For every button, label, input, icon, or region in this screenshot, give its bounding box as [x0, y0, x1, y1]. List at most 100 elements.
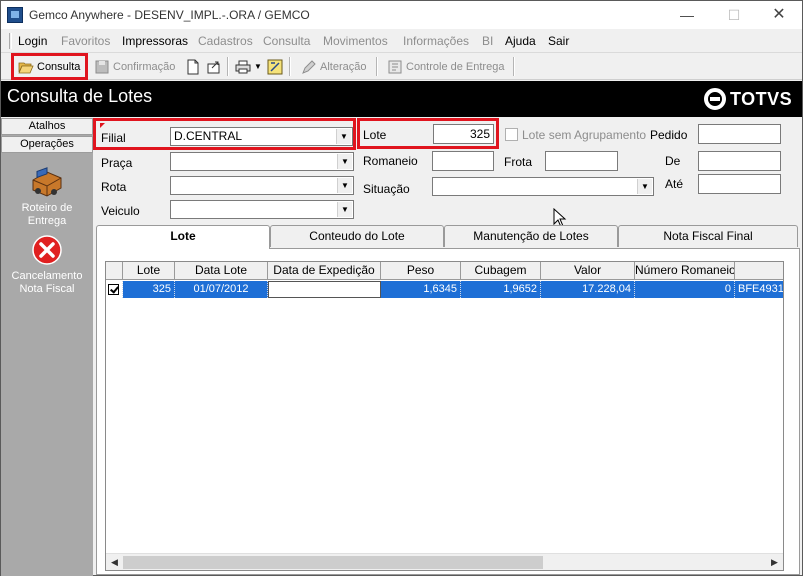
cell-data-lote: 01/07/2012	[175, 281, 268, 298]
sidebar-item-roteiro-entrega[interactable]: Roteiro de Entrega	[1, 166, 93, 228]
rota-label: Rota	[101, 180, 127, 194]
menu-consulta[interactable]: Consulta	[263, 34, 310, 48]
sidebar-item-label: Roteiro de Entrega	[21, 202, 73, 227]
grid-header-lote[interactable]: Lote	[123, 262, 175, 280]
chevron-down-icon[interactable]: ▼	[337, 202, 352, 217]
confirmacao-label: Confirmação	[113, 60, 176, 73]
cell-lote: 325	[123, 281, 175, 298]
print-button[interactable]: ▼	[231, 55, 266, 78]
title-bar[interactable]: Gemco Anywhere - DESENV_IMPL.-.ORA / GEM…	[1, 1, 802, 29]
grid-header: Lote Data Lote Data de Expedição Peso Cu…	[106, 262, 783, 280]
alteracao-button[interactable]: Alteração	[297, 55, 370, 78]
scroll-right-icon[interactable]: ▶	[766, 554, 783, 570]
alteracao-label: Alteração	[320, 60, 367, 73]
filial-highlight	[93, 118, 356, 150]
help-icon	[267, 59, 283, 75]
toolbar-separator	[227, 57, 229, 76]
grid-header-numero-romaneio[interactable]: Número Romaneio	[635, 262, 735, 280]
help-button[interactable]	[263, 55, 290, 78]
app-icon	[7, 7, 23, 23]
save-icon	[94, 59, 110, 75]
situacao-label: Situação	[363, 182, 410, 196]
praca-select[interactable]: ▼	[170, 152, 354, 171]
chevron-down-icon[interactable]: ▼	[337, 178, 352, 193]
de-input[interactable]	[698, 151, 781, 171]
sidebar: Atalhos Operações Roteiro de Entrega Can…	[1, 118, 93, 576]
chevron-down-icon: ▼	[254, 62, 262, 71]
tab-nota-fiscal-final[interactable]: Nota Fiscal Final	[618, 225, 798, 247]
grid-header-extra[interactable]	[735, 262, 783, 280]
grid-header-peso[interactable]: Peso	[381, 262, 461, 280]
pedido-input[interactable]	[698, 124, 781, 144]
menu-informacoes[interactable]: Informações	[403, 34, 469, 48]
veiculo-label: Veiculo	[101, 204, 140, 218]
menu-favoritos[interactable]: Favoritos	[61, 34, 110, 48]
chevron-down-icon[interactable]: ▼	[337, 154, 352, 169]
grid-header-check	[106, 262, 123, 280]
page-title: Consulta de Lotes	[7, 86, 153, 106]
tab-body: Lote Data Lote Data de Expedição Peso Cu…	[96, 248, 800, 575]
cell-numero-romaneio: 0	[635, 281, 735, 298]
maximize-button[interactable]: ☐	[711, 1, 757, 29]
romaneio-input[interactable]	[432, 151, 494, 171]
close-button[interactable]: ✕	[756, 1, 802, 29]
cancel-icon	[30, 234, 64, 266]
lote-highlight	[357, 118, 499, 149]
scroll-left-icon[interactable]: ◀	[106, 554, 123, 570]
lotes-grid: Lote Data Lote Data de Expedição Peso Cu…	[105, 261, 784, 571]
romaneio-label: Romaneio	[363, 154, 418, 168]
tab-conteudo-do-lote[interactable]: Conteudo do Lote	[270, 225, 444, 247]
cell-data-expedicao[interactable]	[268, 281, 381, 298]
minimize-button[interactable]: —	[664, 1, 710, 29]
toolbar-separator	[376, 57, 378, 76]
menu-sair[interactable]: Sair	[548, 34, 569, 48]
menu-ajuda[interactable]: Ajuda	[505, 34, 536, 48]
grid-header-valor[interactable]: Valor	[541, 262, 635, 280]
horizontal-scrollbar[interactable]: ◀ ▶	[106, 553, 783, 570]
grid-header-data-expedicao[interactable]: Data de Expedição	[268, 262, 381, 280]
table-row[interactable]: 325 01/07/2012 1,6345 1,9652 17.228,04 0…	[106, 281, 783, 298]
menu-cadastros[interactable]: Cadastros	[198, 34, 253, 48]
sidebar-tab-atalhos[interactable]: Atalhos	[1, 118, 93, 135]
veiculo-select[interactable]: ▼	[170, 200, 354, 219]
ate-input[interactable]	[698, 174, 781, 194]
confirmacao-button[interactable]: Confirmação	[90, 55, 179, 78]
sidebar-item-cancelamento-nota-fiscal[interactable]: Cancelamento Nota Fiscal	[1, 234, 93, 296]
totvs-logo: TOTVS	[704, 87, 792, 111]
cell-cubagem: 1,9652	[461, 281, 541, 298]
window-title: Gemco Anywhere - DESENV_IMPL.-.ORA / GEM…	[29, 8, 310, 22]
tabs-panel: Lote Conteudo do Lote Manutenção de Lote…	[96, 225, 800, 575]
controle-entrega-label: Controle de Entrega	[406, 60, 505, 73]
frota-input[interactable]	[545, 151, 618, 171]
rota-select[interactable]: ▼	[170, 176, 354, 195]
menu-movimentos[interactable]: Movimentos	[323, 34, 388, 48]
header-band: Consulta de Lotes TOTVS	[1, 81, 802, 117]
cell-valor: 17.228,04	[541, 281, 635, 298]
totvs-wordmark: TOTVS	[730, 88, 793, 109]
row-checkbox-cell[interactable]	[106, 281, 123, 298]
sidebar-tab-operacoes[interactable]: Operações	[1, 136, 93, 153]
export-button[interactable]	[202, 55, 229, 78]
export-icon	[206, 59, 222, 75]
grid-header-data-lote[interactable]: Data Lote	[175, 262, 268, 280]
row-checkbox[interactable]	[108, 284, 119, 295]
tab-manutencao-de-lotes[interactable]: Manutenção de Lotes	[444, 225, 618, 247]
menu-bi[interactable]: BI	[482, 34, 493, 48]
lote-sem-agrupamento-label: Lote sem Agrupamento	[522, 128, 647, 142]
toolbar: Consulta Confirmação ▼ Alteração Control…	[1, 53, 802, 80]
toolbar-separator	[513, 57, 515, 76]
grid-header-cubagem[interactable]: Cubagem	[461, 262, 541, 280]
menu-impressoras[interactable]: Impressoras	[122, 34, 188, 48]
controle-entrega-button[interactable]: Controle de Entrega	[383, 55, 508, 78]
menu-login[interactable]: Login	[18, 34, 47, 48]
truck-icon	[30, 166, 64, 198]
cell-peso: 1,6345	[381, 281, 461, 298]
edit-icon	[301, 59, 317, 75]
situacao-select[interactable]: ▼	[432, 177, 654, 196]
lote-sem-agrupamento-checkbox[interactable]	[505, 128, 518, 141]
cell-extra: BFE4931	[735, 281, 783, 298]
tab-lote[interactable]: Lote	[96, 225, 270, 249]
chevron-down-icon[interactable]: ▼	[637, 179, 652, 194]
scroll-thumb[interactable]	[123, 556, 543, 569]
menu-bar: Login Favoritos Impressoras Cadastros Co…	[1, 29, 802, 53]
